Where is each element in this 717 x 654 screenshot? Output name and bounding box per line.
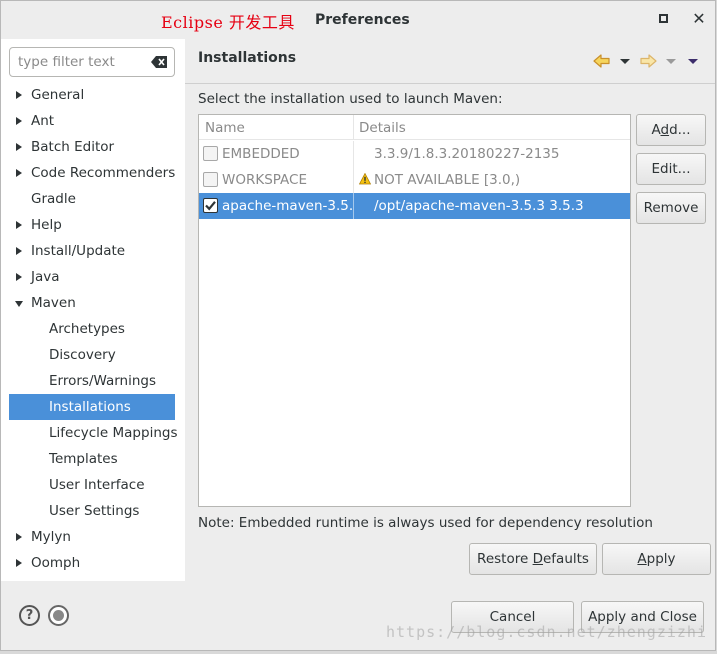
column-header-details[interactable]: Details — [359, 120, 406, 136]
tree-item-maven[interactable]: Maven — [1, 290, 185, 316]
dialog-button-bar: ? Cancel Apply and Close — [1, 581, 715, 650]
row-checkbox[interactable] — [203, 198, 218, 213]
forward-arrow-icon[interactable] — [639, 51, 657, 71]
table-row[interactable]: EMBEDDED 3.3.9/1.8.3.20180227-2135 — [199, 141, 630, 167]
tree-item-batch-editor[interactable]: Batch Editor — [1, 134, 185, 160]
table-header: Name Details — [199, 115, 630, 140]
tree-item-help[interactable]: Help — [1, 212, 185, 238]
back-menu-chevron-icon[interactable] — [619, 51, 631, 71]
filter-input[interactable] — [16, 51, 146, 73]
tree-item-user-interface[interactable]: User Interface — [1, 472, 185, 498]
expand-arrow-icon[interactable] — [16, 559, 22, 567]
tree-item-discovery[interactable]: Discovery — [1, 342, 185, 368]
expand-arrow-icon[interactable] — [16, 273, 22, 281]
remove-button[interactable]: Remove — [636, 192, 706, 224]
row-details: 3.3.9/1.8.3.20180227-2135 — [374, 146, 560, 162]
tree-item-templates[interactable]: Templates — [1, 446, 185, 472]
record-icon[interactable] — [48, 605, 69, 626]
view-menu-icon[interactable] — [687, 51, 699, 71]
column-header-name[interactable]: Name — [205, 120, 245, 136]
row-details: /opt/apache-maven-3.5.3 3.5.3 — [374, 198, 584, 214]
apply-and-close-button[interactable]: Apply and Close — [581, 601, 704, 633]
instruction-text: Select the installation used to launch M… — [198, 91, 503, 107]
row-details: NOT AVAILABLE [3.0,) — [374, 172, 521, 188]
expand-arrow-icon[interactable] — [16, 247, 22, 255]
checkmark-icon — [205, 201, 216, 211]
row-checkbox[interactable] — [203, 172, 218, 187]
expand-arrow-icon[interactable] — [16, 221, 22, 229]
maximize-button[interactable] — [653, 9, 673, 29]
expand-arrow-icon[interactable] — [16, 143, 22, 151]
add-button[interactable]: Add... — [636, 114, 706, 146]
column-separator — [353, 193, 354, 219]
tree-item-java[interactable]: Java — [1, 264, 185, 290]
expand-arrow-icon[interactable] — [16, 117, 22, 125]
expand-arrow-icon[interactable] — [16, 91, 22, 99]
preferences-tree: General Ant Batch Editor Code Recommende… — [1, 82, 185, 576]
tree-item-ant[interactable]: Ant — [1, 108, 185, 134]
cancel-button[interactable]: Cancel — [451, 601, 574, 633]
filter-box — [9, 47, 175, 77]
maximize-icon — [658, 14, 668, 23]
tree-item-archetypes[interactable]: Archetypes — [1, 316, 185, 342]
title-bar: Eclipse 开发工具 Preferences ✕ — [1, 1, 715, 39]
tree-item-oomph[interactable]: Oomph — [1, 550, 185, 576]
row-checkbox[interactable] — [203, 146, 218, 161]
close-button[interactable]: ✕ — [689, 9, 709, 29]
tree-item-gradle[interactable]: Gradle — [1, 186, 185, 212]
column-separator — [353, 167, 354, 193]
embedded-runtime-note: Note: Embedded runtime is always used fo… — [198, 515, 653, 531]
warning-icon — [359, 173, 371, 185]
tree-item-general[interactable]: General — [1, 82, 185, 108]
tree-item-lifecycle-mappings[interactable]: Lifecycle Mappings — [1, 420, 185, 446]
title-divider — [185, 83, 715, 84]
installations-table: Name Details EMBEDDED 3.3.9/1.8.3.201802… — [198, 114, 631, 507]
row-name: apache-maven-3.5.3 — [222, 198, 353, 214]
tree-item-errors-warnings[interactable]: Errors/Warnings — [1, 368, 185, 394]
preference-page: Installations Select the installation us… — [185, 39, 715, 581]
apply-button[interactable]: Apply — [602, 543, 711, 575]
clear-filter-icon[interactable] — [151, 56, 167, 68]
overlay-title: Eclipse 开发工具 — [161, 13, 295, 32]
tree-item-code-recommenders[interactable]: Code Recommenders — [1, 160, 185, 186]
window-title: Preferences — [315, 12, 410, 28]
tree-item-user-settings[interactable]: User Settings — [1, 498, 185, 524]
help-icon[interactable]: ? — [19, 605, 40, 626]
forward-menu-chevron-icon[interactable] — [665, 51, 677, 71]
page-title: Installations — [198, 50, 297, 66]
back-arrow-icon[interactable] — [593, 51, 611, 71]
row-name: WORKSPACE — [222, 172, 308, 188]
column-separator — [353, 141, 354, 167]
tree-item-install-update[interactable]: Install/Update — [1, 238, 185, 264]
row-name: EMBEDDED — [222, 146, 300, 162]
expand-arrow-icon[interactable] — [16, 533, 22, 541]
edit-button[interactable]: Edit... — [636, 153, 706, 185]
table-row[interactable]: apache-maven-3.5.3 /opt/apache-maven-3.5… — [199, 193, 630, 219]
preferences-tree-pane: General Ant Batch Editor Code Recommende… — [1, 39, 185, 581]
restore-defaults-button[interactable]: Restore Defaults — [469, 543, 597, 575]
table-row[interactable]: WORKSPACE NOT AVAILABLE [3.0,) — [199, 167, 630, 193]
tree-item-mylyn[interactable]: Mylyn — [1, 524, 185, 550]
expand-arrow-icon[interactable] — [16, 169, 22, 177]
preferences-window: Eclipse 开发工具 Preferences ✕ General Ant B… — [0, 0, 716, 651]
collapse-arrow-icon[interactable] — [15, 301, 23, 307]
column-separator[interactable] — [353, 115, 354, 140]
tree-item-installations[interactable]: Installations — [9, 394, 175, 420]
